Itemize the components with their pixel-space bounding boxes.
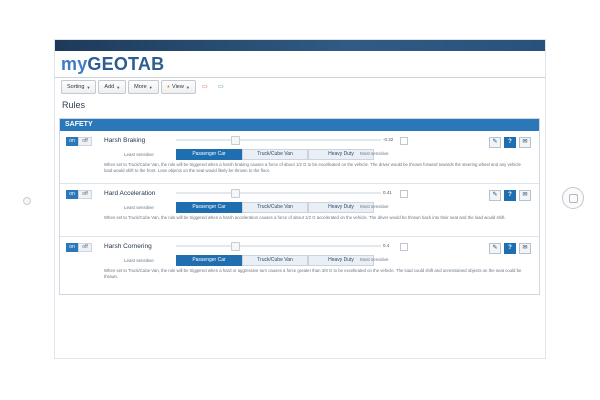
edit-icon[interactable]: ✎ [489,137,501,148]
chevron-down-icon: ▼ [116,84,121,90]
slider-handle[interactable] [231,189,240,198]
help-icon[interactable]: ? [504,137,516,148]
slider-value: 0.4 [383,243,390,248]
rule-actions: ✎ ? ✉ [489,137,531,148]
safety-section: SAFETY on off Harsh Braking -0.32 Least … [59,118,540,295]
rule-description: When set to Truck/Cube Van, the rule wil… [104,162,521,173]
rule-description: When set to Truck/Cube Van, the rule wil… [104,215,506,220]
email-icon[interactable]: ✉ [519,190,531,201]
rule-description: When set to Truck/Cube Van, the rule wil… [104,268,522,279]
slider-value: 0.41 [383,190,392,195]
most-sensitive-label: Most sensitive [360,204,389,209]
on-off-toggle[interactable]: on off [66,243,92,252]
help-icon[interactable]: ? [504,243,516,254]
on-button[interactable]: on [66,137,78,146]
app-screen: myGEOTAB Sorting ▼ Add ▼ More ▼ ◕ View ▼… [55,40,545,358]
excel-export-icon[interactable]: ▭ [214,80,228,92]
on-button[interactable]: on [66,243,78,252]
email-icon[interactable]: ✉ [519,137,531,148]
value-unit-toggle[interactable] [400,190,408,198]
toolbar: Sorting ▼ Add ▼ More ▼ ◕ View ▼ ▭ ▭ [61,80,228,94]
sensitivity-slider[interactable] [176,136,381,145]
page-title: Rules [62,100,86,110]
rule-row-hard-acceleration: on off Hard Acceleration 0.41 Least sens… [60,184,539,237]
off-button[interactable]: off [78,243,92,252]
view-button[interactable]: ◕ View ▼ [160,80,196,94]
sorting-label: Sorting [67,84,85,90]
tablet-camera [23,197,31,205]
view-label: View [172,84,184,90]
option-truck-cube-van[interactable]: Truck/Cube Van [242,149,308,160]
chevron-down-icon: ▼ [86,84,91,90]
email-icon[interactable]: ✉ [519,243,531,254]
home-button[interactable] [562,187,584,209]
top-header-bar [55,40,545,51]
option-passenger-car[interactable]: Passenger Car [176,202,242,213]
help-icon[interactable]: ? [504,190,516,201]
rule-row-harsh-braking: on off Harsh Braking -0.32 Least sensiti… [60,131,539,184]
sorting-button[interactable]: Sorting ▼ [61,80,97,94]
value-unit-toggle[interactable] [400,243,408,251]
app-logo: myGEOTAB [61,54,165,74]
vehicle-type-selector[interactable]: Passenger Car Truck/Cube Van Heavy Duty [176,149,374,160]
option-truck-cube-van[interactable]: Truck/Cube Van [242,255,308,266]
chevron-down-icon: ▼ [148,84,153,90]
on-button[interactable]: on [66,190,78,199]
add-label: Add [104,84,115,90]
sensitivity-slider[interactable] [176,242,381,251]
header-divider [55,77,545,78]
rule-name: Hard Acceleration [104,190,156,197]
vehicle-type-selector[interactable]: Passenger Car Truck/Cube Van Heavy Duty [176,202,374,213]
rule-actions: ✎ ? ✉ [489,190,531,201]
off-button[interactable]: off [78,137,92,146]
most-sensitive-label: Most sensitive [360,151,389,156]
rule-name: Harsh Cornering [104,243,152,250]
section-header: SAFETY [60,119,539,131]
rule-name: Harsh Braking [104,137,146,144]
sensitivity-slider[interactable] [176,189,381,198]
on-off-toggle[interactable]: on off [66,137,92,146]
pdf-export-icon[interactable]: ▭ [198,80,212,92]
option-passenger-car[interactable]: Passenger Car [176,149,242,160]
value-unit-toggle[interactable] [400,137,408,145]
edit-icon[interactable]: ✎ [489,190,501,201]
option-passenger-car[interactable]: Passenger Car [176,255,242,266]
least-sensitive-label: Least sensitive [124,258,154,263]
vehicle-type-selector[interactable]: Passenger Car Truck/Cube Van Heavy Duty [176,255,374,266]
chevron-down-icon: ▼ [185,84,190,90]
on-off-toggle[interactable]: on off [66,190,92,199]
tablet-frame: myGEOTAB Sorting ▼ Add ▼ More ▼ ◕ View ▼… [0,0,600,400]
slider-handle[interactable] [231,242,240,251]
option-truck-cube-van[interactable]: Truck/Cube Van [242,202,308,213]
rule-row-harsh-cornering: on off Harsh Cornering 0.4 Least sensiti… [60,237,539,289]
edit-icon[interactable]: ✎ [489,243,501,254]
slider-handle[interactable] [231,136,240,145]
more-button[interactable]: More ▼ [128,80,159,94]
more-label: More [134,84,147,90]
least-sensitive-label: Least sensitive [124,205,154,210]
add-button[interactable]: Add ▼ [98,80,127,94]
slider-value: -0.32 [383,137,394,142]
least-sensitive-label: Least sensitive [124,152,154,157]
view-icon: ◕ [166,84,170,90]
off-button[interactable]: off [78,190,92,199]
rule-actions: ✎ ? ✉ [489,243,531,254]
most-sensitive-label: Most sensitive [360,257,389,262]
